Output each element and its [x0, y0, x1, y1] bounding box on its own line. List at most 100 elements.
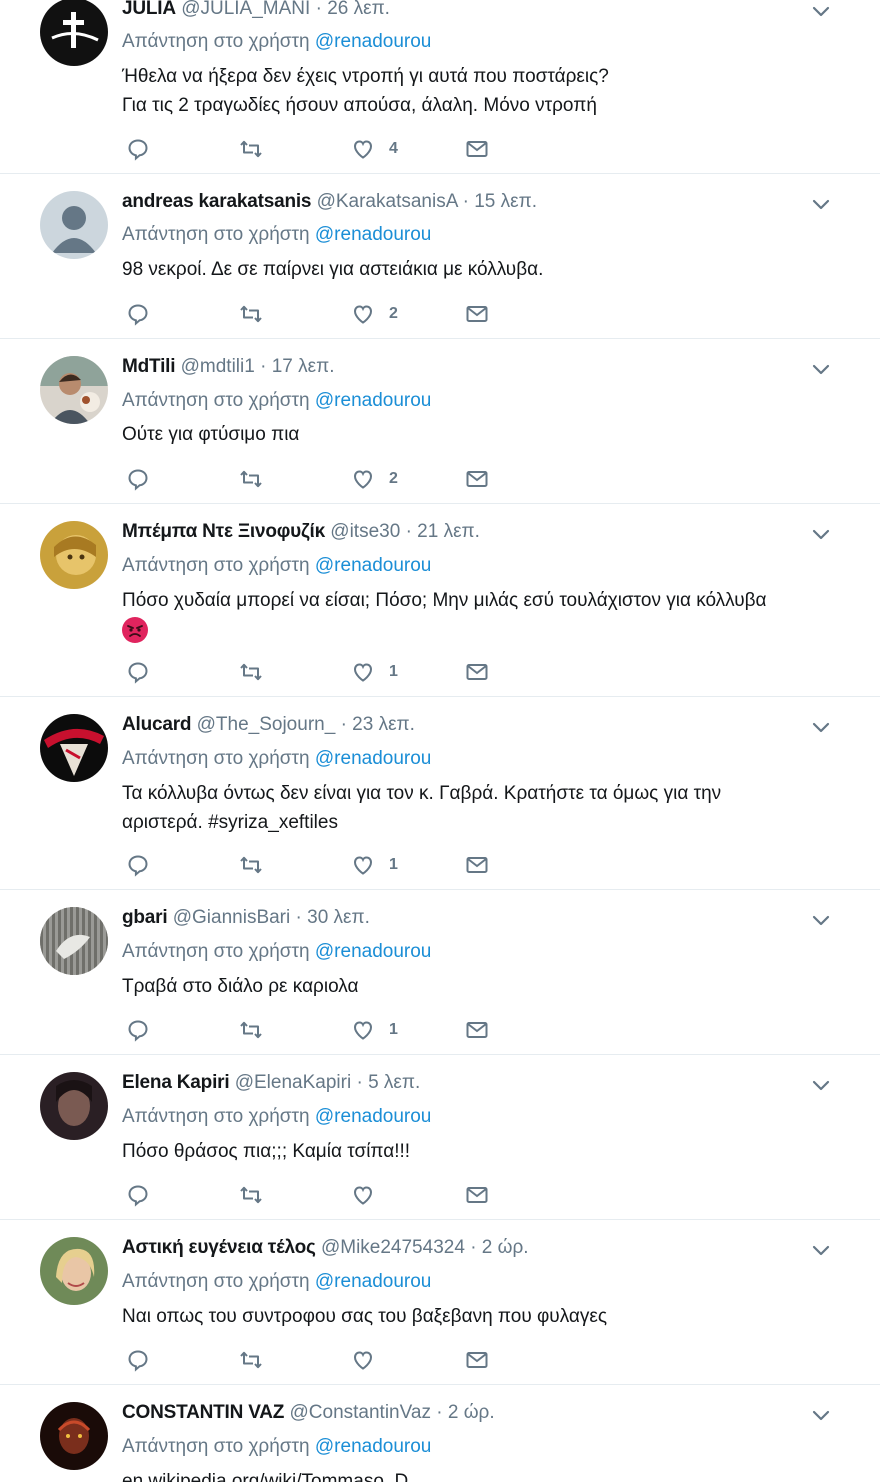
display-name[interactable]: MdTili [122, 356, 176, 377]
display-name[interactable]: Elena Kapiri [122, 1072, 230, 1093]
display-name[interactable]: Αστική ευγένεια τέλος [122, 1237, 316, 1258]
reply-mention-link[interactable]: @renadourou [315, 390, 431, 411]
envelope-icon [466, 664, 488, 680]
tweet-item[interactable]: gbari @GiannisBari · 30 λεπ. Απάντηση στ… [0, 890, 880, 1055]
direct-message-button[interactable] [465, 1345, 489, 1375]
reply-context: Απάντηση στο χρήστη @renadourou [122, 1104, 431, 1130]
timestamp[interactable]: 21 λεπ. [417, 521, 480, 542]
user-handle[interactable]: @The_Sojourn_ [197, 714, 336, 735]
like-button[interactable]: 4 [351, 134, 398, 164]
user-handle[interactable]: @mdtili1 [181, 356, 255, 377]
reply-mention-link[interactable]: @renadourou [315, 1271, 431, 1292]
timestamp[interactable]: 17 λεπ. [272, 356, 335, 377]
timestamp[interactable]: 5 λεπ. [368, 1072, 420, 1093]
reply-button[interactable] [126, 1015, 150, 1045]
chevron-down-icon[interactable] [810, 1404, 832, 1426]
reply-mention-link[interactable]: @renadourou [315, 941, 431, 962]
direct-message-button[interactable] [465, 850, 489, 880]
direct-message-button[interactable] [465, 1015, 489, 1045]
reply-button[interactable] [126, 134, 150, 164]
retweet-button[interactable] [239, 299, 263, 329]
avatar[interactable] [40, 1402, 108, 1470]
display-name[interactable]: Μπέμπα Ντε Ξινοφυζίκ [122, 521, 325, 542]
chevron-down-icon[interactable] [810, 193, 832, 215]
user-handle[interactable]: @ConstantinVaz [290, 1402, 431, 1423]
reply-button[interactable] [126, 464, 150, 494]
chevron-down-icon[interactable] [810, 716, 832, 738]
retweet-button[interactable] [239, 1345, 263, 1375]
chevron-down-icon[interactable] [810, 0, 832, 22]
like-button[interactable]: 1 [351, 1015, 398, 1045]
tweet-item[interactable]: Elena Kapiri @ElenaKapiri · 5 λεπ. Απάντ… [0, 1055, 880, 1220]
tweet-item[interactable]: andreas karakatsanis @KarakatsanisA · 15… [0, 174, 880, 339]
display-name[interactable]: andreas karakatsanis [122, 191, 311, 212]
like-button[interactable]: 1 [351, 850, 398, 880]
retweet-button[interactable] [239, 1180, 263, 1210]
avatar[interactable] [40, 1072, 108, 1140]
reply-context: Απάντηση στο χρήστη @renadourou [122, 1269, 431, 1295]
tweet-item[interactable]: Alucard @The_Sojourn_ · 23 λεπ. Απάντηση… [0, 697, 880, 890]
user-handle[interactable]: @Mike24754324 [321, 1237, 465, 1258]
tweet-link[interactable]: en.wikipedia.org/wiki/Tommaso_D... [122, 1467, 832, 1482]
avatar[interactable] [40, 356, 108, 424]
reply-mention-link[interactable]: @renadourou [315, 1436, 431, 1457]
reply-button[interactable] [126, 657, 150, 687]
tweet-item[interactable]: JULIA @JULIA_MANI · 26 λεπ. Απάντηση στο… [0, 0, 880, 174]
reply-mention-link[interactable]: @renadourou [315, 1106, 431, 1127]
retweet-button[interactable] [239, 134, 263, 164]
user-handle[interactable]: @ElenaKapiri [235, 1072, 351, 1093]
user-handle[interactable]: @GiannisBari [173, 907, 291, 928]
chevron-down-icon[interactable] [810, 909, 832, 931]
timestamp[interactable]: 15 λεπ. [474, 191, 537, 212]
avatar[interactable] [40, 0, 108, 66]
direct-message-button[interactable] [465, 1180, 489, 1210]
display-name[interactable]: JULIA [122, 0, 176, 19]
avatar[interactable] [40, 191, 108, 259]
timestamp[interactable]: 23 λεπ. [352, 714, 415, 735]
reply-button[interactable] [126, 850, 150, 880]
reply-mention-link[interactable]: @renadourou [315, 224, 431, 245]
retweet-button[interactable] [239, 1015, 263, 1045]
like-button[interactable]: 2 [351, 299, 398, 329]
avatar[interactable] [40, 1237, 108, 1305]
reply-button[interactable] [126, 299, 150, 329]
user-handle[interactable]: @JULIA_MANI [181, 0, 310, 19]
reply-mention-link[interactable]: @renadourou [315, 555, 431, 576]
retweet-button[interactable] [239, 657, 263, 687]
timestamp[interactable]: 26 λεπ. [327, 0, 390, 19]
like-button[interactable] [351, 1180, 389, 1210]
tweet-item[interactable]: CONSTANTIN VAZ @ConstantinVaz · 2 ώρ. Απ… [0, 1385, 880, 1482]
display-name[interactable]: Alucard [122, 714, 192, 735]
like-button[interactable]: 2 [351, 464, 398, 494]
timestamp[interactable]: 30 λεπ. [307, 907, 370, 928]
chevron-down-icon[interactable] [810, 358, 832, 380]
direct-message-button[interactable] [465, 134, 489, 164]
avatar[interactable] [40, 521, 108, 589]
direct-message-button[interactable] [465, 464, 489, 494]
reply-mention-link[interactable]: @renadourou [315, 748, 431, 769]
like-button[interactable]: 1 [351, 657, 398, 687]
user-handle[interactable]: @KarakatsanisA [317, 191, 458, 212]
timestamp[interactable]: 2 ώρ. [482, 1237, 529, 1258]
timestamp[interactable]: 2 ώρ. [448, 1402, 495, 1423]
avatar[interactable] [40, 907, 108, 975]
chevron-down-icon[interactable] [810, 523, 832, 545]
avatar[interactable] [40, 714, 108, 782]
direct-message-button[interactable] [465, 657, 489, 687]
tweet-item[interactable]: Αστική ευγένεια τέλος @Mike24754324 · 2 … [0, 1220, 880, 1385]
retweet-button[interactable] [239, 464, 263, 494]
chevron-down-icon[interactable] [810, 1074, 832, 1096]
reply-mention-link[interactable]: @renadourou [315, 31, 431, 52]
tweet-item[interactable]: MdTili @mdtili1 · 17 λεπ. Απάντηση στο χ… [0, 339, 880, 504]
display-name[interactable]: CONSTANTIN VAZ [122, 1402, 284, 1423]
separator-dot: · [340, 714, 347, 735]
retweet-button[interactable] [239, 850, 263, 880]
direct-message-button[interactable] [465, 299, 489, 329]
tweet-item[interactable]: Μπέμπα Ντε Ξινοφυζίκ @itse30 · 21 λεπ. Α… [0, 504, 880, 697]
reply-button[interactable] [126, 1345, 150, 1375]
chevron-down-icon[interactable] [810, 1239, 832, 1261]
display-name[interactable]: gbari [122, 907, 168, 928]
like-button[interactable] [351, 1345, 389, 1375]
user-handle[interactable]: @itse30 [330, 521, 400, 542]
reply-button[interactable] [126, 1180, 150, 1210]
